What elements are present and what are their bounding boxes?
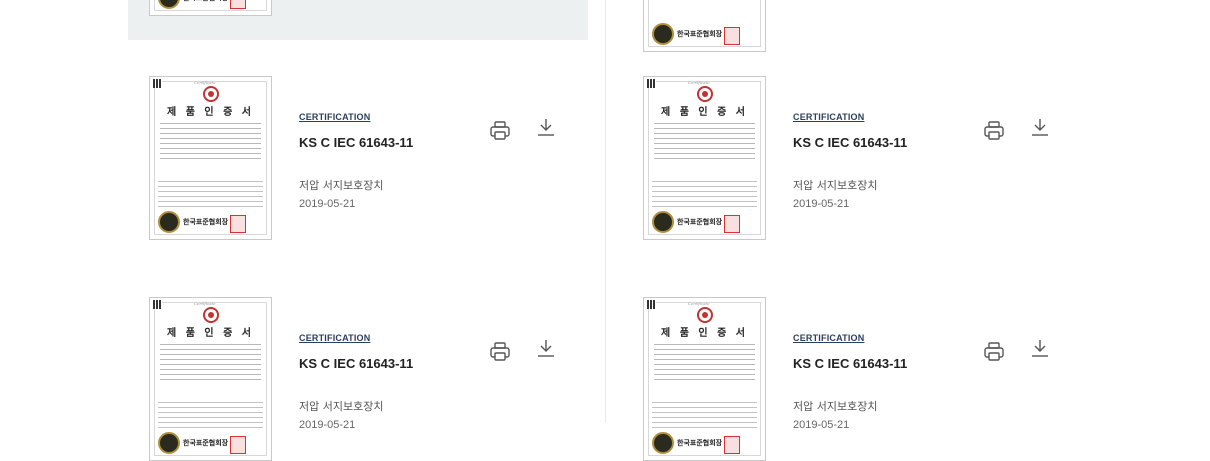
thumbnail-text-lines xyxy=(654,344,755,384)
kc-mark-icon xyxy=(697,86,713,102)
thumbnail-text-lines xyxy=(160,123,261,163)
qr-code-icon xyxy=(647,300,656,309)
certificate-subtitle: 저압 서지보호장치 xyxy=(793,179,878,192)
certificate-card[interactable]: Certificate 제 품 인 증 서 한국표준협회장 CERTIFICAT… xyxy=(622,261,1082,461)
print-button[interactable] xyxy=(982,119,1006,143)
qr-code-icon xyxy=(647,79,656,88)
thumbnail-heading: 제 품 인 증 서 xyxy=(167,328,254,339)
thumbnail-script: Certificate xyxy=(688,301,710,306)
print-button[interactable] xyxy=(488,119,512,143)
thumbnail-script: Certificate xyxy=(194,301,216,306)
certificate-subtitle: 저압 서지보호장치 xyxy=(793,400,878,413)
thumbnail-script: Certificate xyxy=(194,80,216,85)
printer-icon xyxy=(984,342,1004,361)
kc-mark-icon xyxy=(203,307,219,323)
download-icon xyxy=(1032,340,1048,357)
thumbnail-issuer: 한국표준협회장 xyxy=(677,30,723,38)
certificate-card[interactable]: Certificate 제 품 인 증 서 한국표준협회장 CERTIFICAT… xyxy=(128,40,588,240)
certificate-title[interactable]: KS C IEC 61643-11 xyxy=(793,135,907,150)
certificate-card[interactable]: Certificate 제 품 인 증 서 한국표준협회장 CERTIFICAT… xyxy=(622,40,1082,240)
thumbnail-heading: 제 품 인 증 서 xyxy=(661,107,748,118)
printer-icon xyxy=(490,342,510,361)
gold-seal xyxy=(158,432,180,454)
certificate-thumbnail[interactable]: Certificate 제 품 인 증 서 한국표준협회장 xyxy=(149,297,272,461)
kc-mark-icon xyxy=(697,307,713,323)
category-label[interactable]: CERTIFICATION xyxy=(793,333,864,343)
certificate-date: 2019-05-21 xyxy=(299,419,356,431)
certificate-date: 2019-05-21 xyxy=(299,198,356,210)
category-label[interactable]: CERTIFICATION xyxy=(299,333,370,343)
certificate-card[interactable]: Certificate 제 품 인 증 서 한국표준협회장 CERTIFICAT… xyxy=(128,261,588,461)
certificate-thumbnail[interactable]: Certificate 제 품 인 증 서 한국표준협회장 xyxy=(643,76,766,240)
download-button[interactable] xyxy=(534,116,558,140)
print-button[interactable] xyxy=(488,340,512,364)
certificate-title[interactable]: KS C IEC 61643-11 xyxy=(299,135,413,150)
certificate-thumbnail[interactable]: Certificate 제 품 인 증 서 한국표준협회장 xyxy=(149,76,272,240)
qr-code-icon xyxy=(153,79,162,88)
thumbnail-issuer: 한국표준협회장 xyxy=(183,218,229,226)
thumbnail-issuer: 한국표준협회장 xyxy=(183,0,228,3)
certificate-subtitle: 저압 서지보호장치 xyxy=(299,400,384,413)
thumbnail-heading: 제 품 인 증 서 xyxy=(661,328,748,339)
gold-seal xyxy=(158,211,180,233)
print-button[interactable] xyxy=(982,340,1006,364)
kc-mark-icon xyxy=(203,86,219,102)
thumbnail-text-lines xyxy=(654,123,755,163)
qr-code-icon xyxy=(153,300,162,309)
category-label[interactable]: CERTIFICATION xyxy=(299,112,370,122)
gold-seal xyxy=(652,211,674,233)
thumbnail-issuer: 한국표준협회장 xyxy=(677,218,723,226)
red-stamp xyxy=(230,0,246,9)
thumbnail-issuer: 한국표준협회장 xyxy=(677,439,723,447)
thumbnail-issuer: 한국표준협회장 xyxy=(183,439,229,447)
certificate-card-partial[interactable]: 한국표준협회장 xyxy=(622,0,1082,52)
certificate-thumbnail[interactable]: 한국표준협회장 xyxy=(149,0,272,16)
thumbnail-text-lines xyxy=(158,402,263,428)
download-icon xyxy=(538,340,554,357)
thumbnail-text-lines xyxy=(652,402,757,428)
download-icon xyxy=(538,119,554,136)
thumbnail-text-lines xyxy=(160,344,261,384)
red-stamp xyxy=(724,215,740,233)
certificate-subtitle: 저압 서지보호장치 xyxy=(299,179,384,192)
category-label[interactable]: CERTIFICATION xyxy=(793,112,864,122)
download-icon xyxy=(1032,119,1048,136)
printer-icon xyxy=(490,121,510,140)
thumbnail-heading: 제 품 인 증 서 xyxy=(167,107,254,118)
red-stamp xyxy=(230,436,246,454)
thumbnail-text-lines xyxy=(652,181,757,207)
download-button[interactable] xyxy=(534,337,558,361)
thumbnail-text-lines xyxy=(158,181,263,207)
thumbnail-script: Certificate xyxy=(688,80,710,85)
download-button[interactable] xyxy=(1028,337,1052,361)
certificate-title[interactable]: KS C IEC 61643-11 xyxy=(793,356,907,371)
printer-icon xyxy=(984,121,1004,140)
certificate-card-highlighted[interactable]: 한국표준협회장 xyxy=(128,0,588,40)
certificate-thumbnail[interactable]: Certificate 제 품 인 증 서 한국표준협회장 xyxy=(643,297,766,461)
gold-seal xyxy=(652,432,674,454)
certificate-date: 2019-05-21 xyxy=(793,419,850,431)
column-divider xyxy=(605,0,606,423)
certificate-date: 2019-05-21 xyxy=(793,198,850,210)
red-stamp xyxy=(230,215,246,233)
certificate-title[interactable]: KS C IEC 61643-11 xyxy=(299,356,413,371)
red-stamp xyxy=(724,436,740,454)
download-button[interactable] xyxy=(1028,116,1052,140)
